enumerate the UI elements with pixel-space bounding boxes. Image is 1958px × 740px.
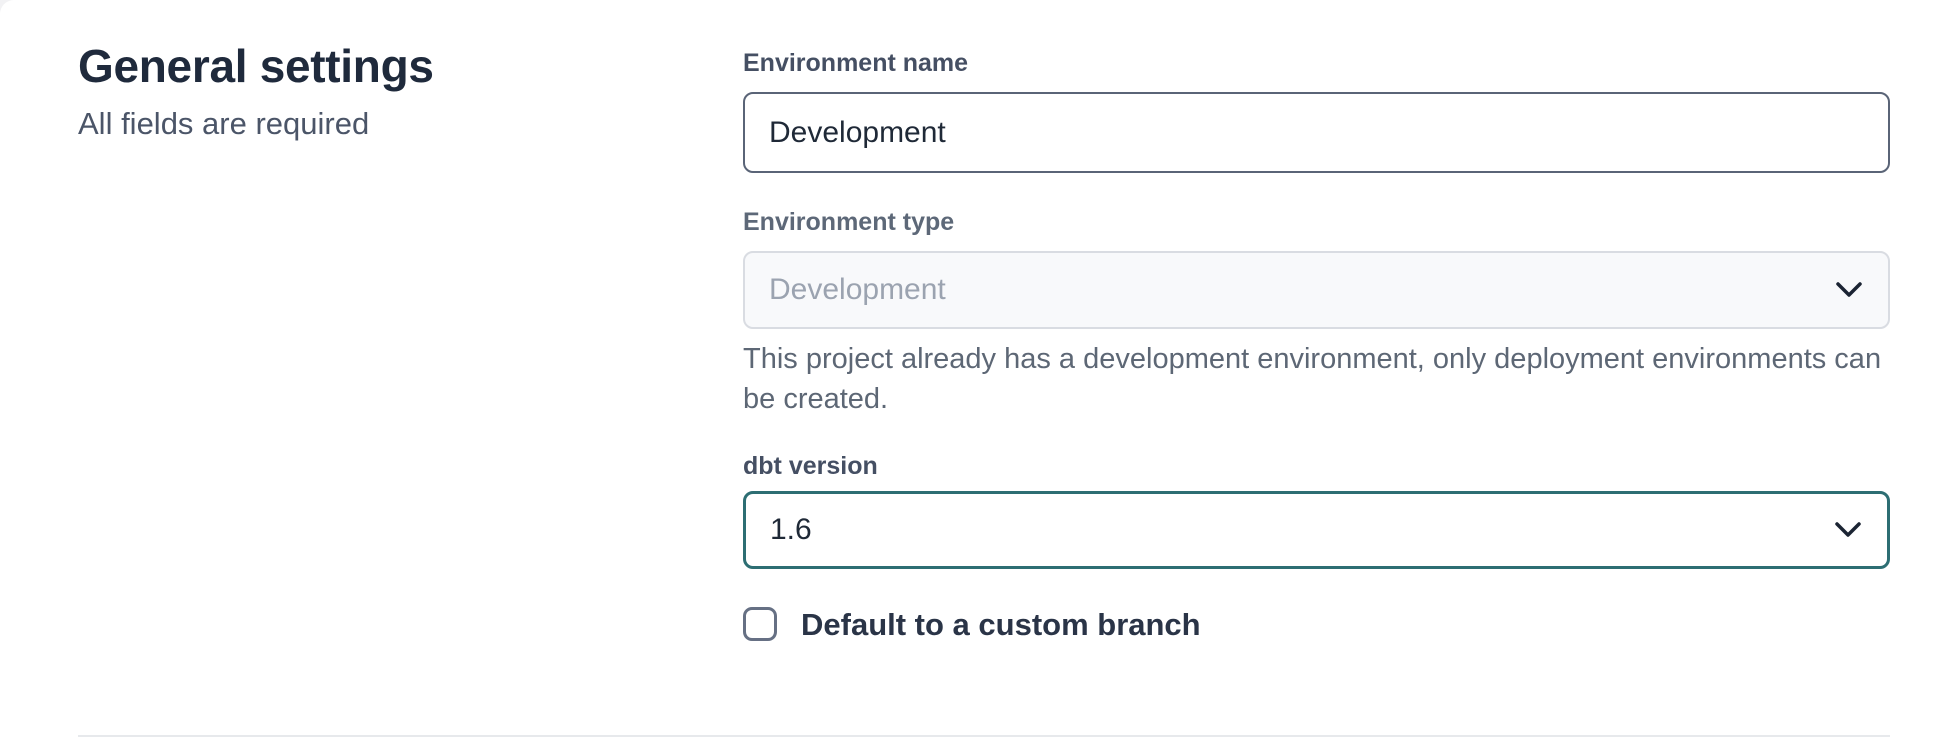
environment-type-select[interactable]: Development xyxy=(743,251,1890,329)
section-header: General settings All fields are required xyxy=(78,40,434,144)
environment-name-label: Environment name xyxy=(743,46,1890,80)
custom-branch-checkbox-label: Default to a custom branch xyxy=(801,609,1201,640)
page-title: General settings xyxy=(78,40,434,93)
environment-type-helper-text: This project already has a development e… xyxy=(743,339,1903,419)
environment-type-value: Development xyxy=(769,273,946,307)
dbt-version-label: dbt version xyxy=(743,449,1890,483)
environment-type-label: Environment type xyxy=(743,205,1890,239)
general-settings-form: Environment name Environment type Develo… xyxy=(743,46,1890,641)
environment-name-input[interactable] xyxy=(743,92,1890,173)
custom-branch-checkbox-row[interactable]: Default to a custom branch xyxy=(743,607,1890,641)
dbt-version-select[interactable]: 1.6 xyxy=(743,491,1890,569)
general-settings-card: General settings All fields are required… xyxy=(0,0,1958,740)
dbt-version-group: dbt version 1.6 xyxy=(743,449,1890,569)
chevron-down-icon xyxy=(1836,282,1862,298)
section-subtitle: All fields are required xyxy=(78,105,434,144)
chevron-down-icon xyxy=(1835,522,1861,538)
environment-type-group: Environment type Development This projec… xyxy=(743,205,1890,419)
dbt-version-value: 1.6 xyxy=(770,513,812,547)
environment-name-group: Environment name xyxy=(743,46,1890,173)
custom-branch-checkbox[interactable] xyxy=(743,607,777,641)
section-divider xyxy=(78,735,1890,737)
